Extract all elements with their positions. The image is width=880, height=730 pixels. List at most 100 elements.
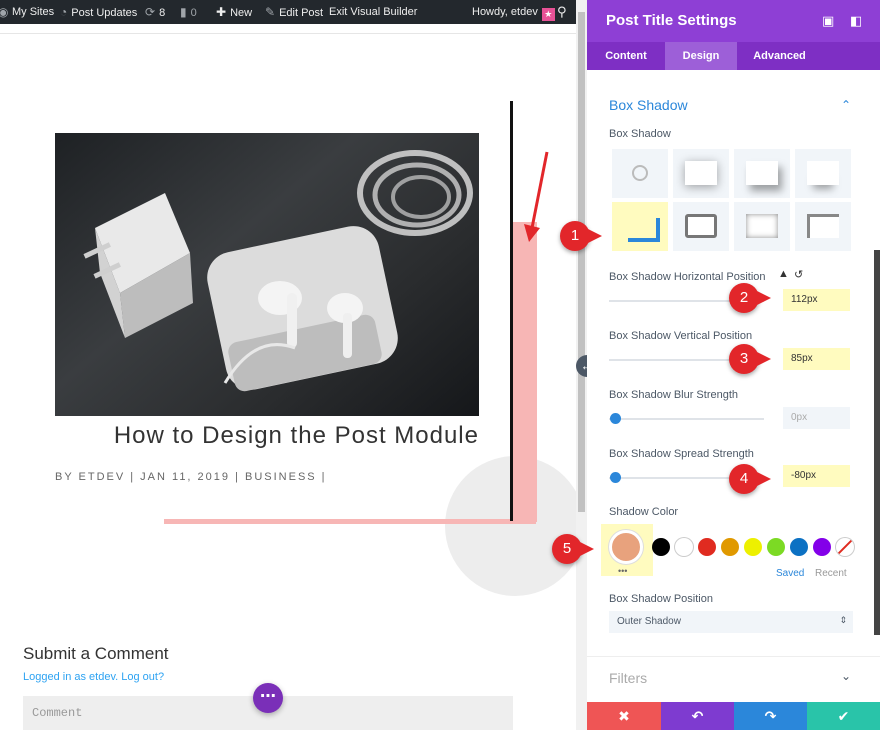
header-divider: [0, 33, 576, 34]
search-icon[interactable]: ⚲: [557, 0, 567, 24]
shadow-position-select[interactable]: Outer Shadow ⇕: [609, 611, 853, 633]
no-entry-icon: [632, 165, 648, 181]
my-sites-label: My Sites: [12, 6, 55, 18]
new-label: New: [230, 7, 253, 19]
comments-count: 0: [190, 7, 197, 19]
post-updates-link[interactable]: ◔ Post Updates: [60, 0, 137, 24]
howdy-label: Howdy, etdev: [472, 6, 538, 18]
filters-section[interactable]: Filters ⌄: [587, 656, 880, 704]
annotation-arrow-icon: [524, 151, 549, 242]
swatch-yellow[interactable]: [744, 538, 762, 556]
shadow-color-label: Shadow Color: [609, 506, 679, 518]
annotation-marker-2: 2: [729, 283, 759, 313]
preset-preview: [807, 214, 839, 238]
comment-form-title: Submit a Comment: [23, 644, 169, 663]
box-shadow-preset-4[interactable]: [612, 202, 668, 251]
builder-canvas: How to Design the Post Module BY ETDEV |…: [0, 24, 576, 730]
box-shadow-section-title[interactable]: Box Shadow: [609, 97, 688, 113]
vertical-position-input[interactable]: 85px: [783, 348, 850, 370]
swatch-black[interactable]: [652, 538, 670, 556]
box-shadow-preset-2[interactable]: [734, 149, 790, 198]
comments-link[interactable]: ▮ 0: [180, 0, 197, 24]
blur-strength-input[interactable]: 0px: [783, 407, 850, 429]
sidebar-toggle-icon[interactable]: ◧: [850, 13, 862, 29]
edit-post-label: Edit Post: [279, 7, 324, 19]
shadow-position-value: Outer Shadow: [617, 616, 681, 627]
exit-builder-label: Exit Visual Builder: [329, 6, 418, 18]
wordpress-logo-icon[interactable]: ◉: [0, 0, 10, 24]
panel-tabs: Content Design Advanced: [587, 42, 880, 70]
panel-scrollbar[interactable]: [874, 250, 880, 635]
post-updates-label: Post Updates: [71, 7, 138, 19]
featured-image[interactable]: [55, 133, 479, 416]
chevron-up-icon[interactable]: ⌃: [841, 98, 851, 112]
comment-icon: ▮: [180, 5, 187, 19]
earphones-charger-photo: [83, 150, 473, 392]
box-shadow-preset-5[interactable]: [673, 202, 729, 251]
box-shadow-preset-6[interactable]: [734, 202, 790, 251]
swatch-transparent-icon[interactable]: [836, 538, 854, 556]
annotation-marker-4: 4: [729, 464, 759, 494]
color-picker-button[interactable]: •••: [601, 524, 653, 576]
my-sites-link[interactable]: My Sites: [12, 0, 54, 24]
horizontal-position-label: Box Shadow Horizontal Position: [609, 271, 766, 283]
preset-preview: [746, 214, 778, 238]
shadow-position-label: Box Shadow Position: [609, 593, 713, 605]
post-meta: BY ETDEV | JAN 11, 2019 | BUSINESS |: [55, 471, 327, 483]
swatch-orange[interactable]: [721, 538, 739, 556]
swatch-green[interactable]: [767, 538, 785, 556]
box-shadow-preset-3[interactable]: [795, 149, 851, 198]
refresh-icon: ⟳: [145, 5, 156, 19]
select-arrows-icon: ⇕: [839, 615, 847, 625]
post-title[interactable]: How to Design the Post Module: [55, 422, 479, 450]
annotation-tail-3: [757, 352, 771, 366]
fullscreen-icon[interactable]: ▣: [822, 13, 834, 29]
undo-button[interactable]: ↶: [661, 702, 734, 730]
swatch-blue[interactable]: [790, 538, 808, 556]
recent-colors-tab[interactable]: Recent: [815, 568, 847, 579]
new-content-link[interactable]: ✚ New: [216, 0, 252, 24]
slash-line: [836, 538, 854, 556]
horizontal-position-input[interactable]: 112px: [783, 289, 850, 311]
box-shadow-preview-horizontal: [164, 519, 536, 524]
tab-advanced[interactable]: Advanced: [737, 42, 822, 70]
box-shadow-preview-vertical: [512, 222, 537, 522]
eyedropper-icon: [609, 530, 643, 564]
box-shadow-preset-1[interactable]: [673, 149, 729, 198]
updates-count: 8: [159, 7, 166, 19]
tab-design[interactable]: Design: [665, 42, 737, 70]
spread-slider-knob[interactable]: [610, 472, 621, 483]
vertical-position-label: Box Shadow Vertical Position: [609, 330, 753, 342]
updates-link[interactable]: ⟳ 8: [145, 0, 165, 24]
wp-admin-bar: ◉ My Sites ◔ Post Updates ⟳ 8 ▮ 0 ✚ New ✎ Edi…: [0, 0, 587, 24]
box-shadow-preset-7[interactable]: [795, 202, 851, 251]
preset-preview: [685, 214, 717, 238]
swatch-white[interactable]: [675, 538, 693, 556]
blur-strength-slider[interactable]: [609, 418, 764, 420]
panel-title: Post Title Settings: [606, 12, 737, 29]
blur-slider-knob[interactable]: [610, 413, 621, 424]
account-menu[interactable]: Howdy, etdev ★: [472, 0, 555, 24]
edit-post-link[interactable]: ✎ Edit Post: [265, 0, 323, 24]
save-button[interactable]: ✔: [807, 702, 880, 730]
discard-button[interactable]: ✖: [587, 702, 661, 730]
exit-visual-builder-link[interactable]: Exit Visual Builder: [329, 0, 417, 24]
logged-in-link[interactable]: Logged in as etdev. Log out?: [23, 671, 164, 683]
more-options-icon[interactable]: •••: [618, 566, 627, 576]
annotation-tail-5: [580, 542, 594, 556]
saved-colors-tab[interactable]: Saved: [776, 568, 804, 579]
spread-strength-input[interactable]: -80px: [783, 465, 850, 487]
annotation-tail-2: [757, 291, 771, 305]
reset-icon[interactable]: ↺: [794, 268, 803, 281]
annotation-marker-3: 3: [729, 344, 759, 374]
swatch-purple[interactable]: [813, 538, 831, 556]
panel-header: Post Title Settings ▣ ◧: [587, 0, 880, 42]
pencil-icon: ✎: [265, 5, 276, 19]
preset-preview: [807, 161, 839, 185]
scrollbar-thumb[interactable]: [578, 12, 585, 512]
tab-content[interactable]: Content: [587, 42, 665, 70]
box-shadow-preset-none[interactable]: [612, 149, 668, 198]
swatch-red[interactable]: [698, 538, 716, 556]
redo-button[interactable]: ↷: [734, 702, 807, 730]
builder-menu-button[interactable]: ⋯: [253, 683, 283, 713]
